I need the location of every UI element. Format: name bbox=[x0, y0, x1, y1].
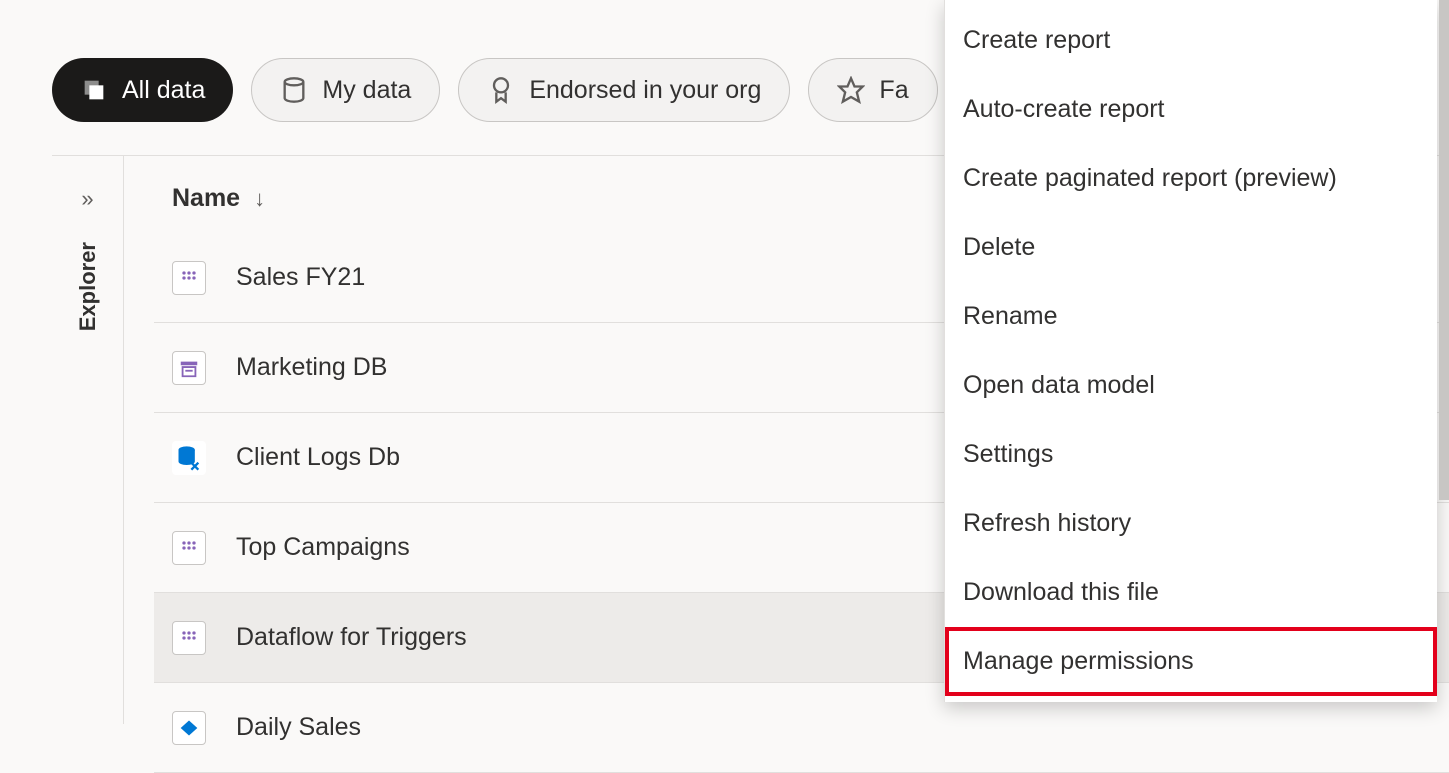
menu-manage-permissions[interactable]: Manage permissions bbox=[945, 627, 1437, 696]
column-header-label: Name bbox=[172, 184, 240, 213]
database-icon bbox=[172, 441, 206, 475]
menu-download-file[interactable]: Download this file bbox=[945, 558, 1437, 627]
explorer-label: Explorer bbox=[75, 242, 101, 331]
row-label: Client Logs Db bbox=[236, 443, 400, 472]
filter-label: All data bbox=[122, 76, 205, 105]
row-label: Top Campaigns bbox=[236, 533, 410, 562]
menu-settings[interactable]: Settings bbox=[945, 420, 1437, 489]
filter-endorsed[interactable]: Endorsed in your org bbox=[458, 58, 790, 122]
scrollbar[interactable] bbox=[1439, 0, 1449, 500]
menu-create-report[interactable]: Create report bbox=[945, 6, 1437, 75]
menu-auto-create-report[interactable]: Auto-create report bbox=[945, 75, 1437, 144]
filter-all-data[interactable]: All data bbox=[52, 58, 233, 122]
menu-create-paginated-report[interactable]: Create paginated report (preview) bbox=[945, 144, 1437, 213]
ribbon-icon bbox=[487, 76, 515, 104]
row-label: Sales FY21 bbox=[236, 263, 365, 292]
dataset-icon bbox=[172, 531, 206, 565]
report-icon bbox=[172, 711, 206, 745]
row-label: Dataflow for Triggers bbox=[236, 623, 467, 652]
row-label: Marketing DB bbox=[236, 353, 387, 382]
dataset-icon bbox=[172, 261, 206, 295]
explorer-tab[interactable]: » Explorer bbox=[52, 156, 124, 724]
datamart-icon bbox=[172, 351, 206, 385]
dataset-icon bbox=[172, 621, 206, 655]
all-data-icon bbox=[80, 76, 108, 104]
filter-label: My data bbox=[322, 76, 411, 105]
menu-refresh-history[interactable]: Refresh history bbox=[945, 489, 1437, 558]
row-label: Daily Sales bbox=[236, 713, 361, 742]
star-icon bbox=[837, 76, 865, 104]
context-menu: Create report Auto-create report Create … bbox=[944, 0, 1437, 702]
sort-down-icon: ↓ bbox=[254, 186, 265, 212]
expand-icon: » bbox=[81, 186, 93, 212]
menu-rename[interactable]: Rename bbox=[945, 282, 1437, 351]
menu-delete[interactable]: Delete bbox=[945, 213, 1437, 282]
filter-favorites[interactable]: Fa bbox=[808, 58, 937, 122]
filter-label: Fa bbox=[879, 76, 908, 105]
filter-label: Endorsed in your org bbox=[529, 76, 761, 105]
filter-my-data[interactable]: My data bbox=[251, 58, 440, 122]
database-icon bbox=[280, 76, 308, 104]
menu-open-data-model[interactable]: Open data model bbox=[945, 351, 1437, 420]
